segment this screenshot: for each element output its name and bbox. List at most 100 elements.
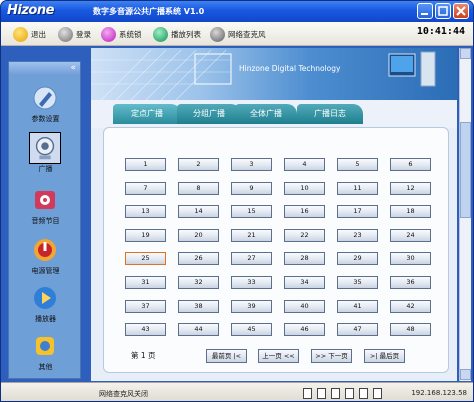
zone-button[interactable]: 44 (178, 323, 219, 337)
sidebar-item-audio[interactable]: 音频节目 (9, 184, 82, 234)
zone-button[interactable]: 16 (284, 205, 325, 219)
login-button[interactable]: 登录 (58, 26, 91, 42)
zone-button[interactable]: 37 (125, 299, 166, 313)
zone-button[interactable]: 2 (178, 158, 219, 171)
zone-button[interactable]: 3 (231, 158, 272, 171)
zone-button[interactable]: 18 (390, 205, 431, 219)
zone-button[interactable]: 32 (178, 276, 219, 289)
microphone-icon (210, 26, 225, 42)
sidebar-item-player[interactable]: 播放器 (9, 282, 82, 332)
exit-icon (13, 26, 28, 42)
status-icon-5 (359, 388, 368, 399)
zone-button[interactable]: 48 (390, 323, 431, 337)
login-icon (58, 26, 73, 42)
tab-broadcast-log[interactable]: 广播日志 (297, 104, 363, 124)
tab-point-broadcast[interactable]: 定点广播 (113, 104, 181, 124)
tab-label: 广播日志 (314, 109, 346, 118)
zone-button[interactable]: 9 (231, 181, 272, 195)
audio-library-icon (35, 191, 55, 209)
zone-button[interactable]: 4 (284, 158, 325, 171)
status-icon-4 (345, 388, 354, 399)
prev-page-button[interactable]: 上一页 << (258, 349, 299, 363)
zone-button[interactable]: 39 (231, 299, 272, 313)
zone-button[interactable]: 30 (390, 252, 431, 266)
player-icon (34, 287, 56, 309)
tab-group-broadcast[interactable]: 分组广播 (177, 104, 241, 124)
collapse-sidebar-button[interactable]: « (70, 63, 76, 73)
zone-button[interactable]: 47 (337, 323, 378, 337)
status-icon-1 (303, 388, 312, 399)
status-ip: 192.168.123.58 (411, 389, 467, 397)
lock-button[interactable]: 系统锁 (101, 26, 142, 42)
zone-button[interactable]: 13 (125, 205, 166, 219)
zone-button[interactable]: 14 (178, 205, 219, 219)
network-mic-button[interactable]: 网络查克风 (210, 26, 266, 42)
minimize-button[interactable] (417, 3, 433, 19)
brand-logo: Hizone (7, 3, 54, 18)
zone-button[interactable]: 5 (337, 158, 378, 171)
zone-button[interactable]: 7 (125, 181, 166, 195)
zone-button[interactable]: 11 (337, 181, 378, 195)
scroll-up-arrow[interactable] (460, 48, 471, 59)
application-window: Hizone 数字多音源公共广播系统 V1.0 退出 登录 系统锁 播放列表 网… (0, 0, 474, 402)
zone-button[interactable]: 45 (231, 323, 272, 337)
zone-button[interactable]: 43 (125, 323, 166, 337)
tab-label: 全体广播 (250, 109, 282, 118)
zone-button[interactable]: 27 (231, 252, 272, 266)
zone-button[interactable]: 21 (231, 228, 272, 242)
zone-button[interactable]: 12 (390, 181, 431, 195)
zone-button[interactable]: 42 (390, 299, 431, 313)
sidebar-item-settings[interactable]: 参数设置 (9, 82, 82, 132)
playlist-button[interactable]: 播放列表 (153, 26, 201, 42)
zone-button[interactable]: 35 (337, 276, 378, 289)
zone-button[interactable]: 38 (178, 299, 219, 313)
zone-button[interactable]: 29 (337, 252, 378, 266)
zone-button[interactable]: 36 (390, 276, 431, 289)
zone-button[interactable]: 22 (284, 228, 325, 242)
broadcast-icon (29, 132, 61, 164)
exit-button[interactable]: 退出 (13, 26, 46, 42)
zone-button[interactable]: 8 (178, 181, 219, 195)
zone-button[interactable]: 46 (284, 323, 325, 337)
last-page-button[interactable]: >| 最后页 (364, 349, 405, 363)
sidebar-item-broadcast[interactable]: 广播 (9, 132, 82, 182)
window-title: 数字多音源公共广播系统 V1.0 (93, 7, 205, 16)
scroll-down-arrow[interactable] (460, 369, 471, 380)
zone-button[interactable]: 17 (337, 205, 378, 219)
other-icon (36, 337, 54, 355)
next-page-button[interactable]: >> 下一页 (311, 349, 352, 363)
zone-button[interactable]: 1 (125, 158, 166, 171)
scroll-thumb[interactable] (460, 122, 471, 218)
banner-text: Hinzone Digital Technology (239, 64, 341, 73)
zone-button[interactable]: 20 (178, 228, 219, 242)
sidebar-item-power[interactable]: 电源管理 (9, 234, 82, 284)
tab-all-broadcast[interactable]: 全体广播 (235, 104, 297, 124)
sidebar-item-label: 其他 (38, 363, 53, 371)
zone-button[interactable]: 41 (337, 299, 378, 313)
zone-button[interactable]: 31 (125, 276, 166, 289)
zone-button[interactable]: 26 (178, 252, 219, 266)
tab-bar: 定点广播 分组广播 全体广播 广播日志 (91, 100, 457, 128)
zone-button[interactable]: 19 (125, 228, 166, 242)
zone-button[interactable]: 6 (390, 158, 431, 171)
sidebar-item-other[interactable]: 其他 (9, 330, 82, 380)
zone-button[interactable]: 34 (284, 276, 325, 289)
close-icon (456, 6, 466, 16)
zone-button[interactable]: 25 (125, 252, 166, 266)
close-button[interactable] (453, 3, 469, 19)
zone-button[interactable]: 15 (231, 205, 272, 219)
zone-button[interactable]: 28 (284, 252, 325, 266)
maximize-button[interactable] (435, 3, 451, 19)
zone-button[interactable]: 23 (337, 228, 378, 242)
exit-label: 退出 (31, 29, 46, 39)
vertical-scrollbar[interactable] (459, 48, 471, 381)
status-icon-2 (317, 388, 326, 399)
maximize-icon (438, 6, 448, 16)
zone-button[interactable]: 33 (231, 276, 272, 289)
zone-button[interactable]: 24 (390, 228, 431, 242)
first-page-button[interactable]: 最前页 |< (206, 349, 247, 363)
zone-button[interactable]: 40 (284, 299, 325, 313)
zone-button[interactable]: 10 (284, 181, 325, 195)
status-icon-6 (373, 388, 382, 399)
sidebar-item-label: 播放器 (35, 315, 56, 323)
